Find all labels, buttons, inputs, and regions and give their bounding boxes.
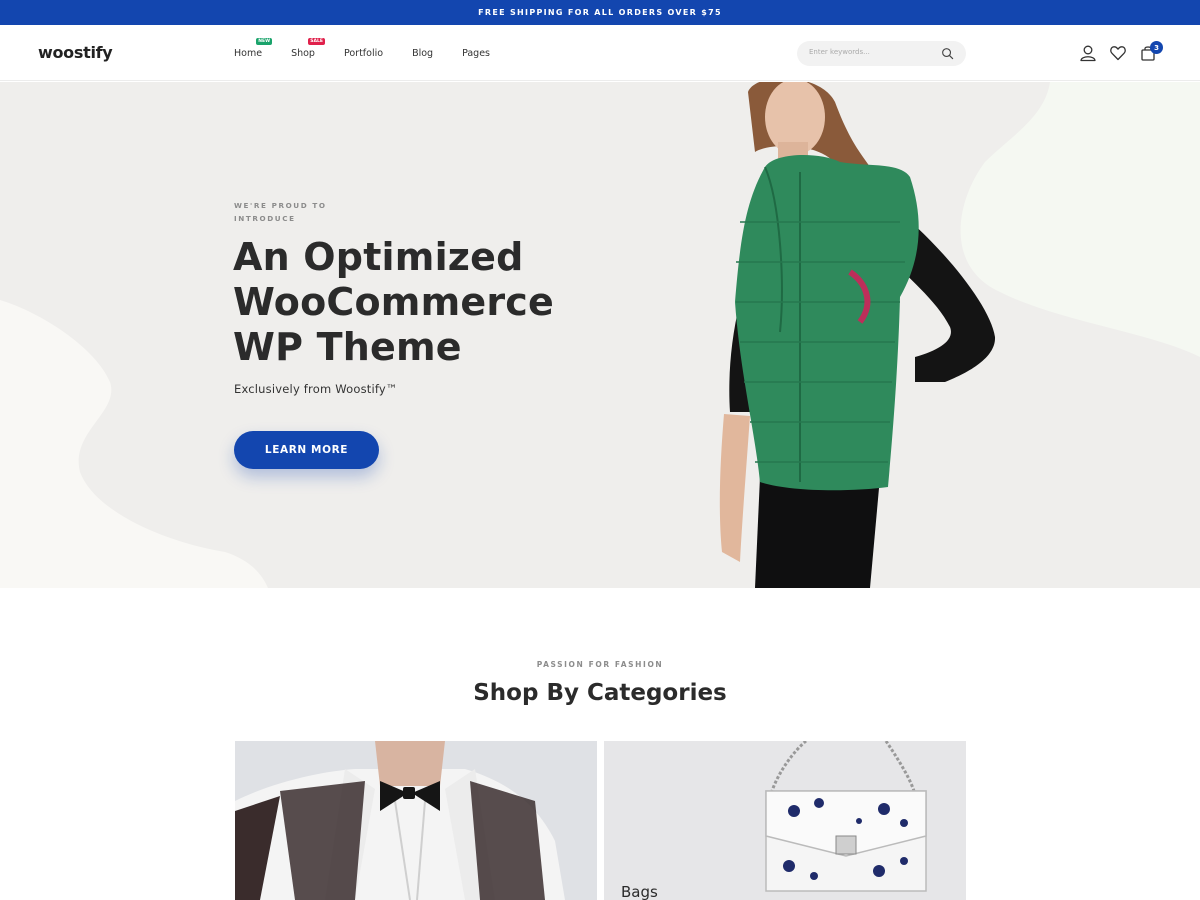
category-card-men[interactable] xyxy=(235,741,597,900)
hero-title: An Optimized WooCommerce WP Theme xyxy=(233,235,554,369)
sale-badge: SALE xyxy=(308,38,325,45)
categories-eyebrow: PASSION FOR FASHION xyxy=(536,660,664,669)
category-card-bags[interactable]: Bags xyxy=(604,741,966,900)
floral-bag-image xyxy=(604,741,966,900)
hero-eyebrow: WE'RE PROUD TO INTRODUCE xyxy=(234,201,327,223)
user-icon[interactable] xyxy=(1079,44,1097,62)
nav-item-home[interactable]: Home NEW xyxy=(234,38,273,59)
search-bar xyxy=(797,41,966,66)
search-icon[interactable] xyxy=(941,47,954,60)
category-label-bags: Bags xyxy=(621,883,658,900)
nav-label-home: Home xyxy=(234,48,263,59)
site-logo[interactable]: woostify xyxy=(38,43,113,62)
announcement-text: FREE SHIPPING FOR ALL ORDERS OVER $75 xyxy=(478,8,722,17)
hero-section: WE'RE PROUD TO INTRODUCE An Optimized Wo… xyxy=(0,82,1200,588)
announcement-bar: FREE SHIPPING FOR ALL ORDERS OVER $75 xyxy=(0,0,1200,25)
man-bowtie-image xyxy=(235,741,597,900)
nav-item-pages[interactable]: Pages xyxy=(462,48,490,59)
learn-more-button[interactable]: LEARN MORE xyxy=(234,431,379,469)
categories-title: Shop By Categories xyxy=(473,680,727,706)
hero-model-image xyxy=(719,82,996,588)
nav-item-shop[interactable]: Shop SALE xyxy=(291,38,325,59)
nav-item-blog[interactable]: Blog xyxy=(412,48,433,59)
hero-subtitle: Exclusively from Woostify™ xyxy=(234,382,398,396)
new-badge: NEW xyxy=(256,38,273,45)
main-nav: Home NEW Shop SALE Portfolio Blog Pages xyxy=(234,38,519,59)
nav-label-shop: Shop xyxy=(291,48,315,59)
cart-count-badge: 3 xyxy=(1150,41,1163,54)
hero-background-shapes xyxy=(0,82,1200,588)
search-input[interactable] xyxy=(809,48,929,56)
site-header: woostify Home NEW Shop SALE Portfolio Bl… xyxy=(0,25,1200,81)
heart-icon[interactable] xyxy=(1109,44,1127,62)
nav-item-portfolio[interactable]: Portfolio xyxy=(344,48,383,59)
